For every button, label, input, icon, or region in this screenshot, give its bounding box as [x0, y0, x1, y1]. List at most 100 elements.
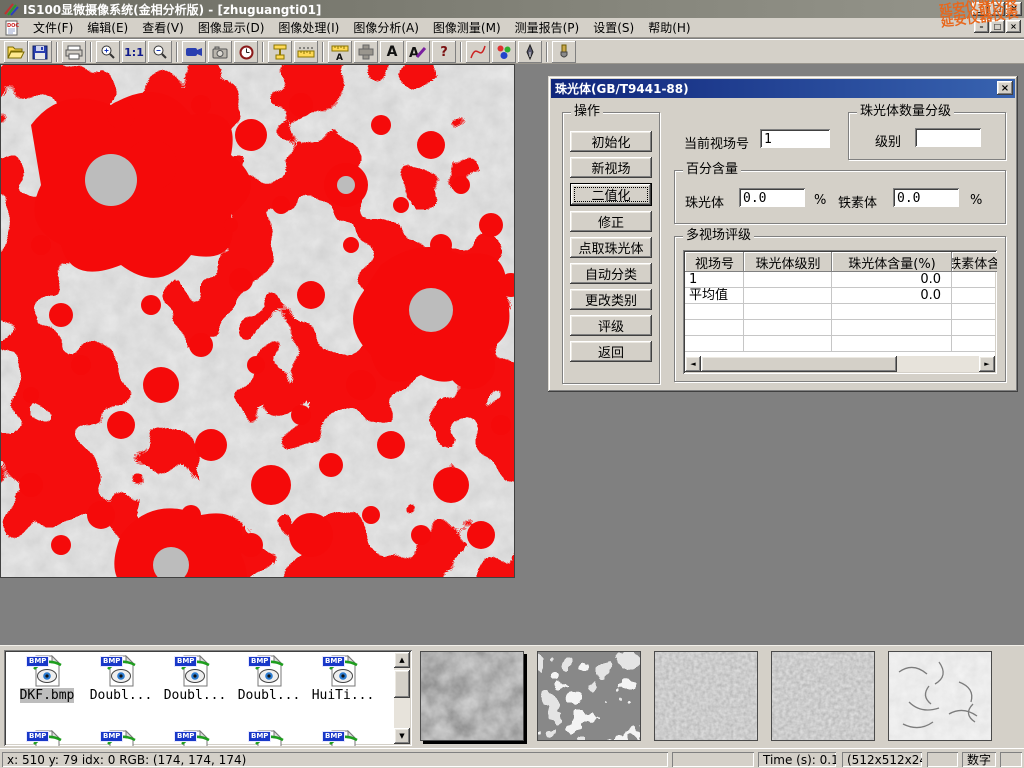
table-horizontal-scrollbar[interactable]: ◄ ► — [685, 356, 995, 372]
close-button[interactable]: × — [1006, 2, 1022, 16]
photo-camera-icon — [212, 46, 228, 59]
scroll-up-icon[interactable]: ▲ — [394, 652, 410, 668]
toolbar-separator — [460, 42, 462, 62]
text-button[interactable]: A — [380, 41, 404, 63]
pick-pearlite-button[interactable]: 点取珠光体 — [570, 237, 652, 258]
maximize-button[interactable]: □ — [989, 2, 1005, 16]
file-item[interactable]: BMP — [158, 730, 232, 746]
save-button[interactable] — [28, 41, 52, 63]
edit-text-icon: A — [408, 44, 428, 60]
dialog-title-bar[interactable]: 珠光体(GB/T9441-88) × — [551, 79, 1015, 98]
video-camera-button[interactable] — [182, 41, 206, 63]
file-item[interactable]: BMP — [84, 730, 158, 746]
timer-button[interactable] — [234, 41, 258, 63]
level-input[interactable] — [915, 128, 981, 147]
menu-edit[interactable]: 编辑(E) — [80, 17, 135, 38]
percent-group-label: 百分含量 — [683, 163, 741, 177]
photo-camera-button[interactable] — [208, 41, 232, 63]
cell-pearlite: 0.0 — [832, 272, 952, 287]
pen-button[interactable] — [518, 41, 542, 63]
auto-classify-button[interactable]: 自动分类 — [570, 263, 652, 284]
app-root: { "window": { "title": "IS100显微摄像系统(金相分析… — [0, 0, 1024, 768]
column-ferrite-content[interactable]: 铁素体含量(%) — [952, 252, 997, 272]
scrollbar-thumb[interactable] — [701, 356, 897, 372]
bmp-file-icon: BMP — [252, 730, 286, 746]
file-item[interactable]: BMP Doubl... — [84, 655, 158, 703]
scroll-down-icon[interactable]: ▼ — [394, 728, 410, 744]
column-pearlite-level[interactable]: 珠光体级别 — [744, 252, 832, 272]
zoom-out-button[interactable] — [148, 41, 172, 63]
binarize-button[interactable]: 二值化 — [570, 183, 652, 206]
mdi-close-button[interactable]: × — [1006, 20, 1021, 33]
file-item[interactable]: BMP Doubl... — [232, 655, 306, 703]
curve-tool-button[interactable] — [466, 41, 490, 63]
edit-text-button[interactable]: A — [406, 41, 430, 63]
rate-button[interactable]: 评级 — [570, 315, 652, 336]
pearlite-percent-input[interactable] — [739, 188, 805, 207]
window-controls: _ □ × — [972, 2, 1022, 16]
menu-view[interactable]: 查看(V) — [135, 17, 191, 38]
document-icon[interactable]: DOC — [4, 20, 20, 36]
thumbnail-1[interactable] — [420, 651, 524, 741]
thumbnail-5[interactable] — [888, 651, 992, 741]
menu-image-display[interactable]: 图像显示(D) — [191, 17, 272, 38]
return-button[interactable]: 返回 — [570, 341, 652, 362]
new-field-button[interactable]: 新视场 — [570, 157, 652, 178]
menu-image-measure[interactable]: 图像测量(M) — [426, 17, 508, 38]
classify-tool-button[interactable] — [492, 41, 516, 63]
menu-measure-report[interactable]: 测量报告(P) — [508, 17, 587, 38]
measure-text-button[interactable]: A — [328, 41, 352, 63]
scroll-right-icon[interactable]: ► — [979, 356, 995, 372]
initialize-button[interactable]: 初始化 — [570, 131, 652, 152]
cell-level — [744, 272, 832, 287]
curve-tool-icon — [469, 44, 487, 60]
mdi-minimize-button[interactable]: – — [974, 20, 989, 33]
scroll-left-icon[interactable]: ◄ — [685, 356, 701, 372]
dialog-close-button[interactable]: × — [997, 81, 1013, 95]
help-button[interactable]: ? — [432, 41, 456, 63]
bottom-panel: BMP DKF.bmp BMP Doubl... BMP Doubl... BM… — [0, 645, 1024, 748]
thumbnail-4[interactable] — [771, 651, 875, 741]
file-item[interactable]: BMP — [306, 730, 380, 746]
actual-size-button[interactable]: 1:1 — [122, 41, 146, 63]
file-item[interactable]: BMP — [10, 730, 84, 746]
brush-button[interactable] — [552, 41, 576, 63]
file-item[interactable]: BMP DKF.bmp — [10, 655, 84, 703]
merge-tool-button[interactable] — [354, 41, 378, 63]
zoom-in-button[interactable] — [96, 41, 120, 63]
menu-file[interactable]: 文件(F) — [26, 17, 80, 38]
file-item[interactable]: BMP — [232, 730, 306, 746]
ferrite-label: 铁素体 — [838, 192, 877, 211]
menu-image-analysis[interactable]: 图像分析(A) — [346, 17, 426, 38]
open-button[interactable] — [4, 41, 28, 63]
metallographic-image-canvas[interactable] — [0, 64, 515, 578]
caliper-button[interactable] — [268, 41, 292, 63]
column-field-number[interactable]: 视场号 — [685, 252, 744, 272]
thumbnail-3[interactable] — [654, 651, 758, 741]
menu-settings[interactable]: 设置(S) — [586, 17, 641, 38]
print-button[interactable] — [62, 41, 86, 63]
bmp-file-icon: BMP — [104, 655, 138, 687]
menu-image-processing[interactable]: 图像处理(I) — [271, 17, 346, 38]
scrollbar-thumb[interactable] — [394, 670, 410, 698]
rating-table-header: 视场号 珠光体级别 珠光体含量(%) 铁素体含量(%) — [685, 252, 995, 272]
table-row[interactable]: 平均值 0.0 — [685, 288, 995, 304]
mdi-restore-button[interactable]: □ — [990, 20, 1005, 33]
ruler-button[interactable] — [294, 41, 318, 63]
file-item[interactable]: BMP Doubl... — [158, 655, 232, 703]
change-category-button[interactable]: 更改类别 — [570, 289, 652, 310]
file-browser-scrollbar[interactable]: ▲ ▼ — [394, 652, 410, 744]
ferrite-percent-input[interactable] — [893, 188, 959, 207]
toolbar: 1:1 A A A ? — [0, 39, 1024, 64]
thumbnail-2[interactable] — [537, 651, 641, 741]
save-icon — [32, 45, 48, 60]
rating-table: 视场号 珠光体级别 珠光体含量(%) 铁素体含量(%) 1 0.0 平均值 0.… — [683, 250, 997, 374]
column-pearlite-content[interactable]: 珠光体含量(%) — [832, 252, 952, 272]
table-row[interactable]: 1 0.0 — [685, 272, 995, 288]
current-field-input[interactable] — [760, 129, 830, 148]
correct-button[interactable]: 修正 — [570, 211, 652, 232]
file-item[interactable]: BMP HuiTi... — [306, 655, 380, 703]
time-status: Time (s): 0.113 — [758, 752, 836, 767]
minimize-button[interactable]: _ — [972, 2, 988, 16]
menu-help[interactable]: 帮助(H) — [641, 17, 697, 38]
